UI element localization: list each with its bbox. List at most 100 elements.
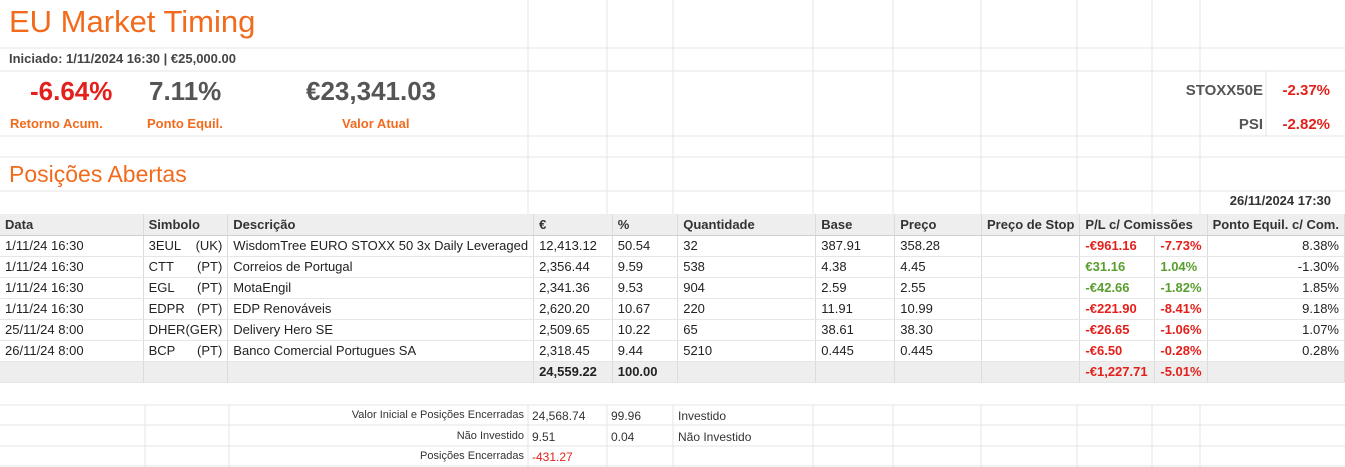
summary-value[interactable]: 24,568.74 (532, 409, 585, 423)
cell-breakeven[interactable]: 0.28% (1207, 340, 1345, 362)
cell-price[interactable]: 358.28 (894, 235, 982, 257)
summary-label: Posições Encerradas (420, 450, 524, 462)
cell-pl-pct[interactable]: -1.82% (1154, 277, 1208, 299)
cell-description[interactable]: WisdomTree EURO STOXX 50 3x Daily Levera… (227, 235, 535, 257)
col-eur[interactable]: € (533, 214, 613, 236)
col-description[interactable]: Descrição (227, 214, 535, 236)
cell-price[interactable]: 10.99 (894, 298, 982, 320)
summary-label: Não Investido (456, 430, 524, 442)
cell-stop-price[interactable] (981, 256, 1081, 278)
cell-pl-pct[interactable]: 1.04% (1154, 256, 1208, 278)
cell-base[interactable]: 387.91 (815, 235, 896, 257)
cell-date[interactable]: 26/11/24 8:00 (0, 340, 144, 362)
summary-pct[interactable]: 99.96 (611, 409, 641, 423)
cell-eur[interactable]: 2,620.20 (533, 298, 613, 320)
cell-stop-price[interactable] (981, 319, 1081, 341)
cell-breakeven[interactable]: 1.07% (1207, 319, 1345, 341)
cell-pl[interactable]: -€26.65 (1079, 319, 1156, 341)
cell-base[interactable]: 4.38 (815, 256, 896, 278)
cell-pl-pct[interactable]: -7.73% (1154, 235, 1208, 257)
cell-symbol[interactable]: EGL (PT) (143, 277, 229, 299)
cell-stop-price[interactable] (981, 277, 1081, 299)
cell-price[interactable]: 38.30 (894, 319, 982, 341)
cell-pct[interactable]: 9.53 (612, 277, 679, 299)
summary-note[interactable]: Não Investido (678, 430, 751, 444)
cell-pl[interactable]: €31.16 (1079, 256, 1156, 278)
cell-breakeven[interactable]: 1.85% (1207, 277, 1345, 299)
cell-symbol[interactable]: EDPR (PT) (143, 298, 229, 320)
cell-price[interactable]: 4.45 (894, 256, 982, 278)
cell-stop-price[interactable] (981, 298, 1081, 320)
col-base[interactable]: Base (815, 214, 896, 236)
cell-quantity[interactable]: 904 (677, 277, 817, 299)
cell-base[interactable]: 38.61 (815, 319, 896, 341)
cell-symbol[interactable]: BCP (PT) (143, 340, 229, 362)
cell-pl-pct[interactable]: -0.28% (1154, 340, 1208, 362)
summary-value[interactable]: 9.51 (532, 430, 555, 444)
col-stop-price[interactable]: Preço de Stop (981, 214, 1081, 236)
cell-pct[interactable]: 10.67 (612, 298, 679, 320)
cell-eur[interactable]: 2,356.44 (533, 256, 613, 278)
cell-date[interactable]: 1/11/24 16:30 (0, 298, 144, 320)
summary-value[interactable]: -431.27 (532, 450, 573, 464)
cell-date[interactable]: 1/11/24 16:30 (0, 277, 144, 299)
cell-description[interactable]: EDP Renováveis (227, 298, 535, 320)
col-pl[interactable]: P/L c/ Comissões (1079, 214, 1208, 236)
cell-date[interactable]: 1/11/24 16:30 (0, 256, 144, 278)
cell-description[interactable]: MotaEngil (227, 277, 535, 299)
col-price[interactable]: Preço (894, 214, 982, 236)
cell-symbol[interactable]: DHER (GER) (143, 319, 229, 341)
cell-description[interactable]: Correios de Portugal (227, 256, 535, 278)
cell-pct[interactable]: 50.54 (612, 235, 679, 257)
cell-quantity[interactable]: 32 (677, 235, 817, 257)
cell-breakeven[interactable]: 9.18% (1207, 298, 1345, 320)
cell-quantity[interactable]: 538 (677, 256, 817, 278)
cell-pl-pct[interactable]: -8.41% (1154, 298, 1208, 320)
cell-pct[interactable]: 9.59 (612, 256, 679, 278)
cell-pl[interactable]: -€6.50 (1079, 340, 1156, 362)
symbol-ticker: EDPR (148, 301, 185, 316)
cell-pl-pct[interactable]: -1.06% (1154, 319, 1208, 341)
cell-description[interactable]: Delivery Hero SE (227, 319, 535, 341)
cell-symbol[interactable]: 3EUL (UK) (143, 235, 229, 257)
cell-symbol[interactable]: CTT (PT) (143, 256, 229, 278)
cell-eur[interactable]: 2,509.65 (533, 319, 613, 341)
cell-pl[interactable]: -€221.90 (1079, 298, 1156, 320)
cell-base[interactable]: 11.91 (815, 298, 896, 320)
cell-stop-price[interactable] (981, 340, 1081, 362)
cell-eur[interactable]: 2,318.45 (533, 340, 613, 362)
cell-base[interactable]: 0.445 (815, 340, 896, 362)
col-date[interactable]: Data (0, 214, 144, 236)
kpi-current-label: Valor Atual (342, 116, 410, 131)
cell-description[interactable]: Banco Comercial Portugues SA (227, 340, 535, 362)
cell-eur[interactable]: 2,341.36 (533, 277, 613, 299)
col-symbol[interactable]: Simbolo (143, 214, 229, 236)
cell-pl[interactable]: -€42.66 (1079, 277, 1156, 299)
cell-pct[interactable]: 9.44 (612, 340, 679, 362)
cell-price[interactable]: 2.55 (894, 277, 982, 299)
cell-pl[interactable]: -€961.16 (1079, 235, 1156, 257)
cell-base[interactable]: 2.59 (815, 277, 896, 299)
cell-quantity[interactable]: 5210 (677, 340, 817, 362)
cell-breakeven[interactable]: -1.30% (1207, 256, 1345, 278)
total-eur[interactable]: 24,559.22 (533, 361, 613, 383)
cell-pct[interactable]: 10.22 (612, 319, 679, 341)
summary-note[interactable]: Investido (678, 409, 726, 423)
cell-date[interactable]: 1/11/24 16:30 (0, 235, 144, 257)
table-header-row: Data Simbolo Descrição € % Quantidade Ba… (0, 214, 1345, 236)
summary-pct[interactable]: 0.04 (611, 430, 634, 444)
cell-date[interactable]: 25/11/24 8:00 (0, 319, 144, 341)
total-pl[interactable]: -€1,227.71 (1079, 361, 1156, 383)
col-breakeven[interactable]: Ponto Equil. c/ Com. (1207, 214, 1345, 236)
col-quantity[interactable]: Quantidade (677, 214, 817, 236)
cell-stop-price[interactable] (981, 235, 1081, 257)
cell-quantity[interactable]: 220 (677, 298, 817, 320)
cell-price[interactable]: 0.445 (894, 340, 982, 362)
cell-quantity[interactable]: 65 (677, 319, 817, 341)
total-pct[interactable]: 100.00 (612, 361, 679, 383)
kpi-breakeven-value: 7.11% (149, 76, 222, 106)
cell-breakeven[interactable]: 8.38% (1207, 235, 1345, 257)
cell-eur[interactable]: 12,413.12 (533, 235, 613, 257)
col-pct[interactable]: % (612, 214, 679, 236)
total-pl-pct[interactable]: -5.01% (1154, 361, 1208, 383)
